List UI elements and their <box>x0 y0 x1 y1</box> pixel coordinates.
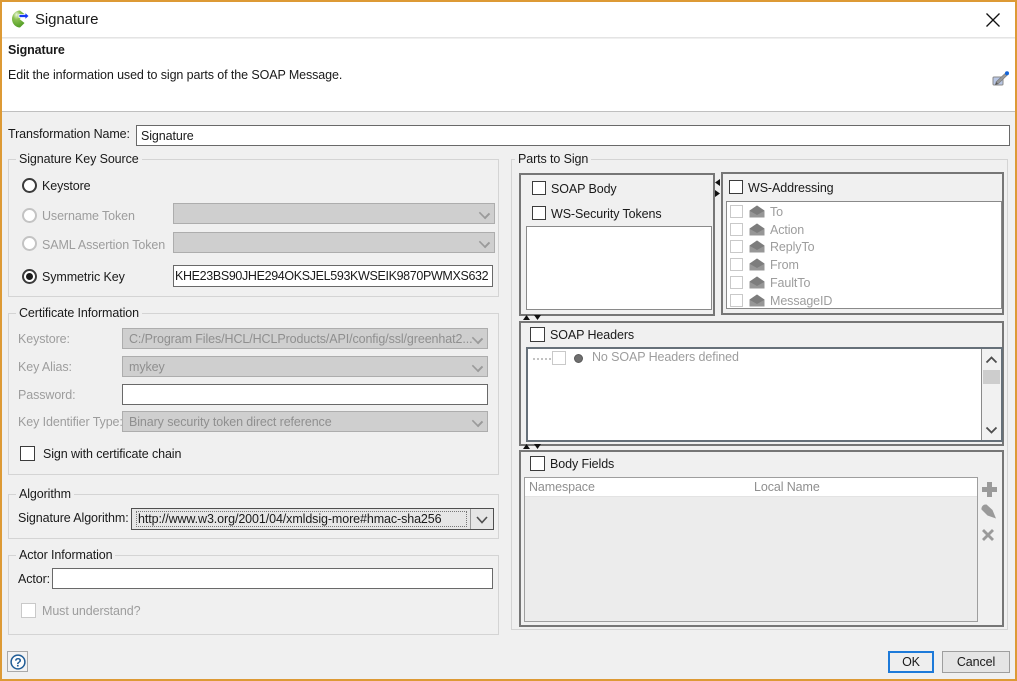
svg-text:?: ? <box>14 655 21 669</box>
